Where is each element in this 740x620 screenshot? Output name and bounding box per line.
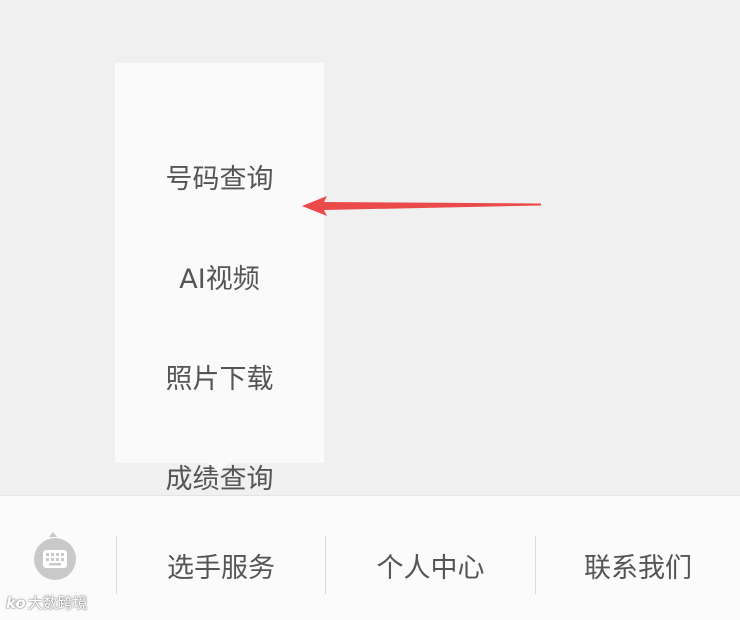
menu-item-label: 照片下载: [165, 363, 274, 395]
watermark-logo: ko: [6, 594, 26, 612]
tab-contact-us[interactable]: 联系我们: [536, 536, 740, 594]
tab-label: 选手服务: [167, 552, 275, 584]
tab-personal-center[interactable]: 个人中心: [326, 536, 535, 594]
menu-item-label: AI视频: [179, 263, 260, 295]
watermark: ko 大数跨境: [6, 592, 88, 613]
tab-label: 联系我们: [584, 552, 692, 584]
menu-item-ai-video[interactable]: AI视频: [115, 246, 324, 306]
keyboard-glyph-icon: [43, 550, 67, 568]
red-arrow-annotation: [302, 196, 541, 216]
tab-player-services[interactable]: 选手服务: [117, 536, 325, 594]
keyboard-icon[interactable]: [34, 538, 76, 580]
menu-item-number-query[interactable]: 号码查询: [115, 146, 324, 206]
menu-item-label: 成绩查询: [165, 463, 274, 495]
menu-item-label: 号码查询: [165, 163, 274, 195]
menu-item-photo-download[interactable]: 照片下载: [115, 346, 324, 406]
tab-label: 个人中心: [376, 552, 485, 584]
service-popup-menu: 号码查询 AI视频 照片下载 成绩查询: [115, 63, 324, 495]
caret-up-icon: [49, 532, 57, 537]
bottom-navigation-bar: 选手服务 个人中心 联系我们: [0, 495, 740, 620]
watermark-text: 大数跨境: [27, 594, 88, 612]
